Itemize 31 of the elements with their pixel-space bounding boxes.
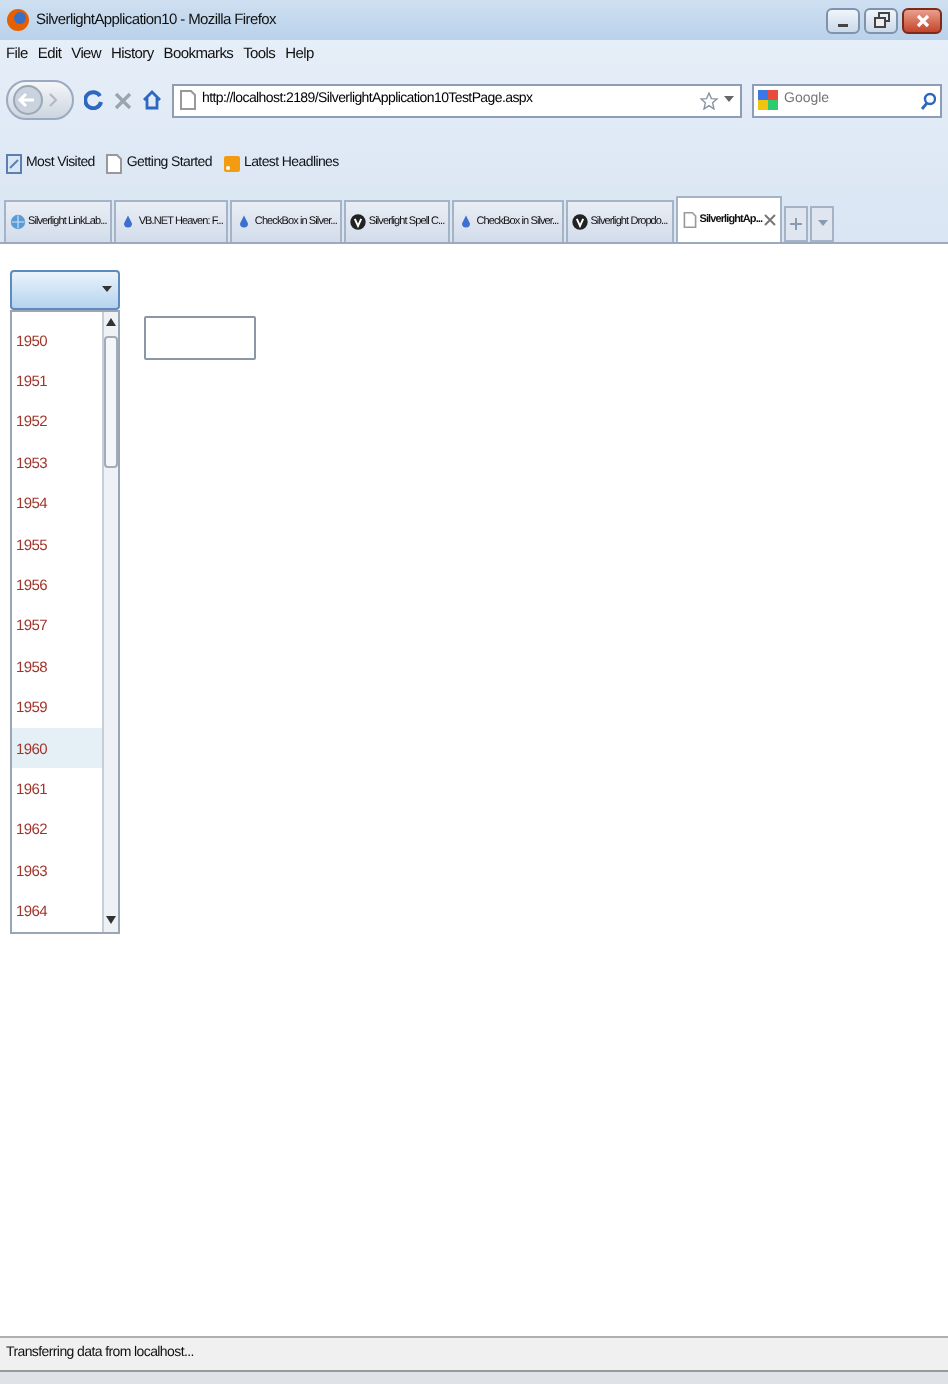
minimize-button[interactable] [826, 7, 860, 33]
scrollbar[interactable] [102, 312, 118, 932]
close-button[interactable] [902, 7, 942, 33]
caret-icon [102, 286, 112, 294]
plus-icon [790, 217, 803, 230]
scrollbar-thumb[interactable] [104, 336, 118, 468]
drop-icon [120, 214, 137, 230]
feed-icon [224, 154, 240, 174]
new-tab-button[interactable] [784, 206, 809, 242]
globe-icon [10, 214, 26, 230]
letter-v-icon [572, 214, 589, 230]
text-box[interactable] [144, 316, 256, 360]
search-icon[interactable] [920, 91, 936, 109]
drop-icon [236, 214, 253, 230]
firefox-icon [6, 8, 30, 32]
search-engine-icon [758, 90, 778, 110]
drop-icon [458, 214, 475, 230]
restore-icon [873, 12, 889, 28]
caret-icon [817, 219, 828, 228]
home-icon[interactable] [142, 90, 162, 110]
restore-button[interactable] [864, 7, 898, 33]
star-icon[interactable] [700, 91, 718, 109]
close-tab-icon[interactable] [764, 214, 777, 226]
tab-list-button[interactable] [810, 206, 835, 242]
back-forward-button[interactable] [6, 80, 74, 120]
reload-icon[interactable] [84, 90, 104, 110]
scroll-up-icon[interactable] [106, 318, 116, 326]
dropdown-arrow-icon[interactable] [724, 96, 734, 104]
letter-v-icon [350, 214, 367, 230]
scroll-down-icon[interactable] [106, 916, 116, 924]
close-icon [915, 13, 929, 27]
